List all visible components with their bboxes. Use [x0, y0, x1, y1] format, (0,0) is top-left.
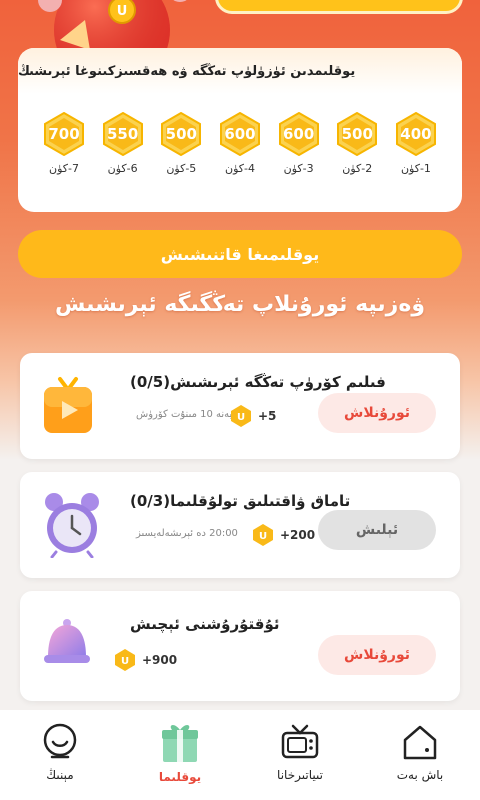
tab-profile[interactable]: مېنىڭ [10, 722, 110, 782]
day-label: 2-كۈن [342, 162, 373, 175]
bottom-tab-bar: باش بەت تىياتىرخانا يوقلىما مېنىڭ [0, 710, 480, 800]
checkin-day-5[interactable]: 500 5-كۈن [157, 112, 205, 175]
hex-coin-icon: 600 [277, 112, 321, 156]
task-reward: U +5 [230, 405, 276, 427]
bell-icon [40, 617, 94, 673]
day-label: 5-كۈن [166, 162, 197, 175]
tab-label: مېنىڭ [46, 768, 74, 782]
tv-icon [281, 724, 319, 759]
video-play-icon [40, 373, 96, 441]
day-label: 7-كۈن [49, 162, 79, 175]
hex-coin-icon: 400 [394, 112, 438, 156]
checkin-day-4[interactable]: 600 4-كۈن [216, 112, 264, 175]
profile-icon [43, 723, 77, 759]
tab-label: باش بەت [396, 768, 444, 782]
coin-icon: U [114, 649, 136, 671]
hex-coin-icon: 500 [335, 112, 379, 156]
svg-text:U: U [117, 4, 128, 19]
gift-icon [162, 725, 198, 762]
checkin-day-2[interactable]: 500 2-كۈن [333, 112, 381, 175]
task-note: 20:00 دە ئېرىشەلەيسىز [136, 528, 238, 539]
reward-value: +900 [142, 653, 178, 667]
svg-text:U: U [259, 531, 267, 542]
coin-icon: U [230, 405, 252, 427]
tab-theater[interactable]: تىياتىرخانا [250, 722, 350, 782]
hex-coin-icon: 550 [101, 112, 145, 156]
tab-home[interactable]: باش بەت [370, 722, 470, 782]
coin-icon: U [252, 524, 274, 546]
reward-value: +200 [280, 528, 316, 542]
day-label: 4-كۈن [224, 162, 255, 175]
task-card-meal-bonus: تاماق ۋاقتىلىق تولۇقلىما(0/3) 20:00 دە ئ… [20, 472, 460, 578]
task-card-notifications: ئۇقتۇرۇشنى ئېچىش U +900 ئورۇنلاش [20, 591, 460, 701]
alarm-clock-icon [40, 488, 104, 562]
task-card-watch-film: فىلىم كۆرۈپ تەڭگە ئېرىشىش(0/5) يەنە 10 م… [20, 353, 460, 459]
section-title: ۋەزىپە ئورۇنلاپ تەڭگىگە ئېرىشىش [55, 292, 425, 317]
task-go-button[interactable]: ئورۇنلاش [318, 635, 436, 675]
home-icon [403, 725, 437, 760]
checkin-day-7[interactable]: 700 7-كۈن [40, 112, 88, 175]
svg-text:U: U [237, 412, 245, 423]
checkin-day-6[interactable]: 550 6-كۈن [99, 112, 147, 175]
hex-coin-icon: 700 [42, 112, 86, 156]
top-banner-pill[interactable] [215, 0, 463, 14]
reward-value: +5 [258, 409, 277, 423]
task-reward: U +900 [114, 649, 177, 671]
checkin-card: يوقلىمدىن ئۈزۈلۈپ تەڭگە ۋە ھەقسىزكىنوغا … [18, 48, 462, 212]
checkin-day-1[interactable]: 400 1-كۈن [392, 112, 440, 175]
checkin-day-3[interactable]: 600 3-كۈن [275, 112, 323, 175]
checkin-title: يوقلىمدىن ئۈزۈلۈپ تەڭگە ۋە ھەقسىزكىنوغا … [18, 63, 356, 79]
hex-coin-icon: 600 [218, 112, 262, 156]
checkin-header: يوقلىمدىن ئۈزۈلۈپ تەڭگە ۋە ھەقسىزكىنوغا … [18, 48, 462, 94]
task-claim-button[interactable]: ئېلىش [318, 510, 436, 550]
task-title: فىلىم كۆرۈپ تەڭگە ئېرىشىش(0/5) [130, 373, 386, 391]
svg-text:U: U [121, 656, 129, 667]
tab-label: يوقلىما [158, 770, 202, 784]
task-go-button[interactable]: ئورۇنلاش [318, 393, 436, 433]
day-label: 1-كۈن [400, 162, 431, 175]
tab-checkin[interactable]: يوقلىما [130, 722, 230, 784]
task-title: تاماق ۋاقتىلىق تولۇقلىما(0/3) [130, 492, 351, 510]
task-reward: U +200 [252, 524, 315, 546]
hex-coin-icon: 500 [159, 112, 203, 156]
day-label: 6-كۈن [107, 162, 138, 175]
task-title: ئۇقتۇرۇشنى ئېچىش [130, 615, 280, 633]
checkin-days: 400 1-كۈن 500 2-كۈن 600 3-كۈن 600 4-كۈن [18, 94, 462, 175]
tab-label: تىياتىرخانا [277, 768, 323, 782]
day-label: 3-كۈن [283, 162, 314, 175]
task-note: يەنە 10 مىنۇت كۆرۈش [136, 409, 233, 420]
checkin-button[interactable]: يوقلىمىغا قاتنىشىش [18, 230, 462, 278]
